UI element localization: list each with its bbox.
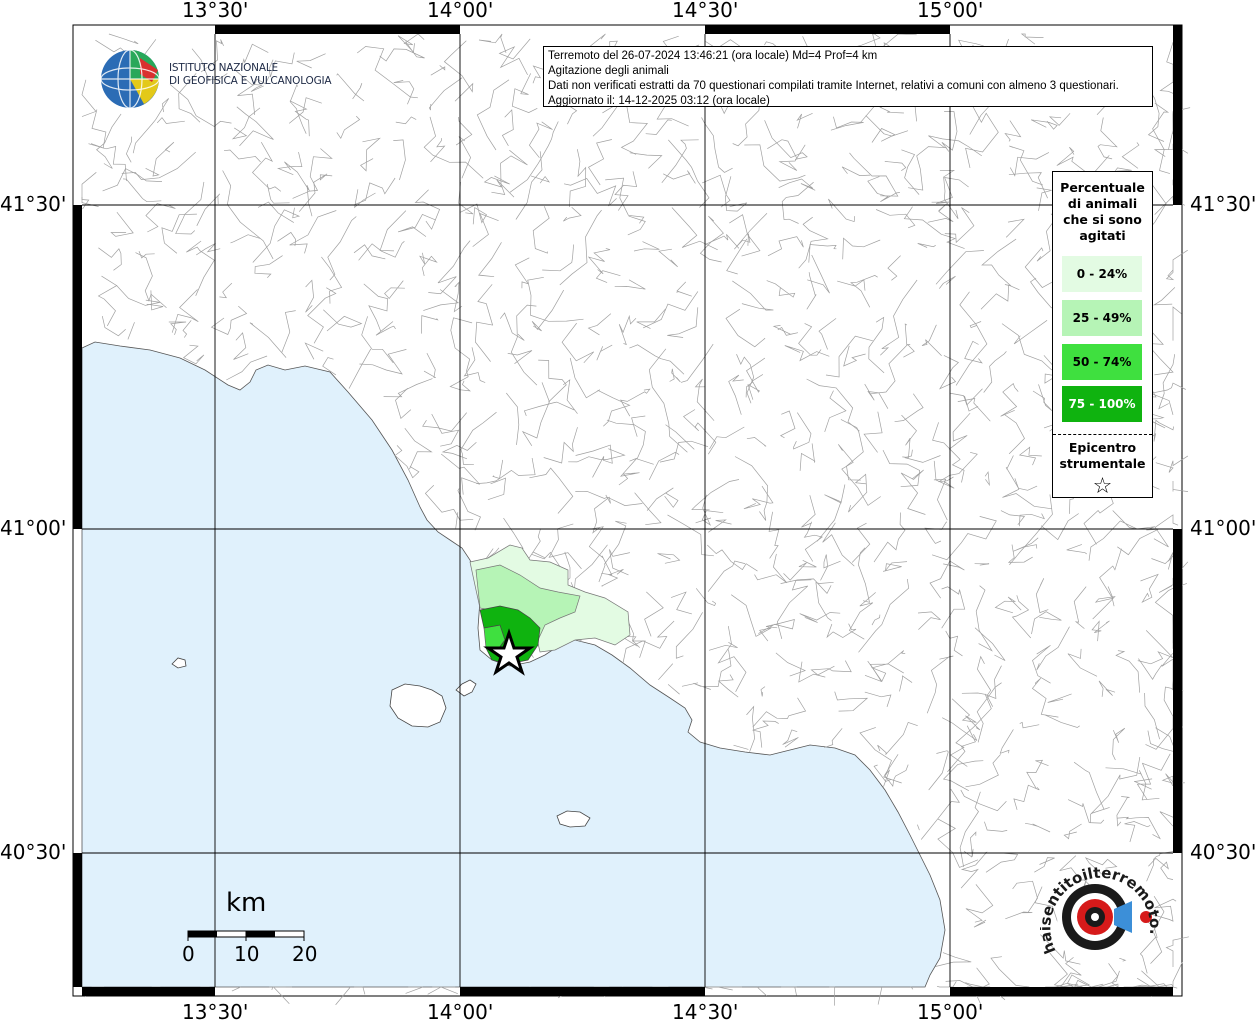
legend-item-0-24: 0 - 24% xyxy=(1062,256,1142,292)
legend-title-line: che si sono xyxy=(1063,212,1142,227)
legend-title-line: agitati xyxy=(1079,228,1126,243)
lon-label-bottom-4: 15°00' xyxy=(917,1000,984,1024)
lat-label-left-3: 40°30' xyxy=(0,840,67,864)
event-title: Terremoto del 26-07-2024 13:46:21 (ora l… xyxy=(548,50,878,62)
ingv-name-line1: ISTITUTO NAZIONALE xyxy=(169,62,278,74)
legend-epicenter-line: Epicentro xyxy=(1068,440,1137,455)
legend-title: Percentuale di animali che si sono agita… xyxy=(1053,180,1152,244)
legend-item-50-74: 50 - 74% xyxy=(1062,344,1142,380)
lat-label-right-2: 41°00' xyxy=(1190,516,1255,540)
event-subtitle: Agitazione degli animali xyxy=(548,65,669,77)
scale-unit: km xyxy=(226,888,267,918)
scale-tick-10: 10 xyxy=(234,942,260,966)
ingv-name: ISTITUTO NAZIONALE DI GEOFISICA E VULCAN… xyxy=(169,62,332,88)
legend-star-icon: ☆ xyxy=(1092,474,1113,499)
lon-label-top-3: 14°30' xyxy=(672,0,739,22)
legend-title-line: di animali xyxy=(1067,196,1138,211)
lon-label-bottom-1: 13°30' xyxy=(182,1000,249,1024)
lon-label-bottom-2: 14°00' xyxy=(427,1000,494,1024)
lon-label-bottom-3: 14°30' xyxy=(672,1000,739,1024)
legend-epicenter-label: Epicentro strumentale xyxy=(1053,440,1152,472)
scale-tick-0: 0 xyxy=(182,942,195,966)
lat-label-left-2: 41°00' xyxy=(0,516,67,540)
legend-epicenter-line: strumentale xyxy=(1059,456,1146,471)
legend-separator xyxy=(1053,434,1152,435)
hst-logo-icon: haisentitoilterremoto.it xyxy=(1036,841,1165,985)
ingv-globe-icon xyxy=(100,48,162,115)
legend-item-75-100: 75 - 100% xyxy=(1062,386,1142,422)
scale-tick-20: 20 xyxy=(292,942,318,966)
event-info-box: Terremoto del 26-07-2024 13:46:21 (ora l… xyxy=(543,46,1153,107)
lon-label-top-2: 14°00' xyxy=(427,0,494,22)
legend: Percentuale di animali che si sono agita… xyxy=(1052,171,1153,498)
event-data-note: Dati non verificati estratti da 70 quest… xyxy=(548,80,1119,92)
lon-label-top-1: 13°30' xyxy=(182,0,249,22)
legend-title-line: Percentuale xyxy=(1060,180,1145,195)
lon-label-top-4: 15°00' xyxy=(917,0,984,22)
lat-label-left-1: 41°30' xyxy=(0,192,67,216)
event-updated: Aggiornato il: 14-12-2025 03:12 (ora loc… xyxy=(548,95,770,107)
lat-label-right-1: 41°30' xyxy=(1190,192,1255,216)
lat-label-right-3: 40°30' xyxy=(1190,840,1255,864)
legend-item-25-49: 25 - 49% xyxy=(1062,300,1142,336)
ingv-name-line2: DI GEOFISICA E VULCANOLOGIA xyxy=(169,75,332,87)
